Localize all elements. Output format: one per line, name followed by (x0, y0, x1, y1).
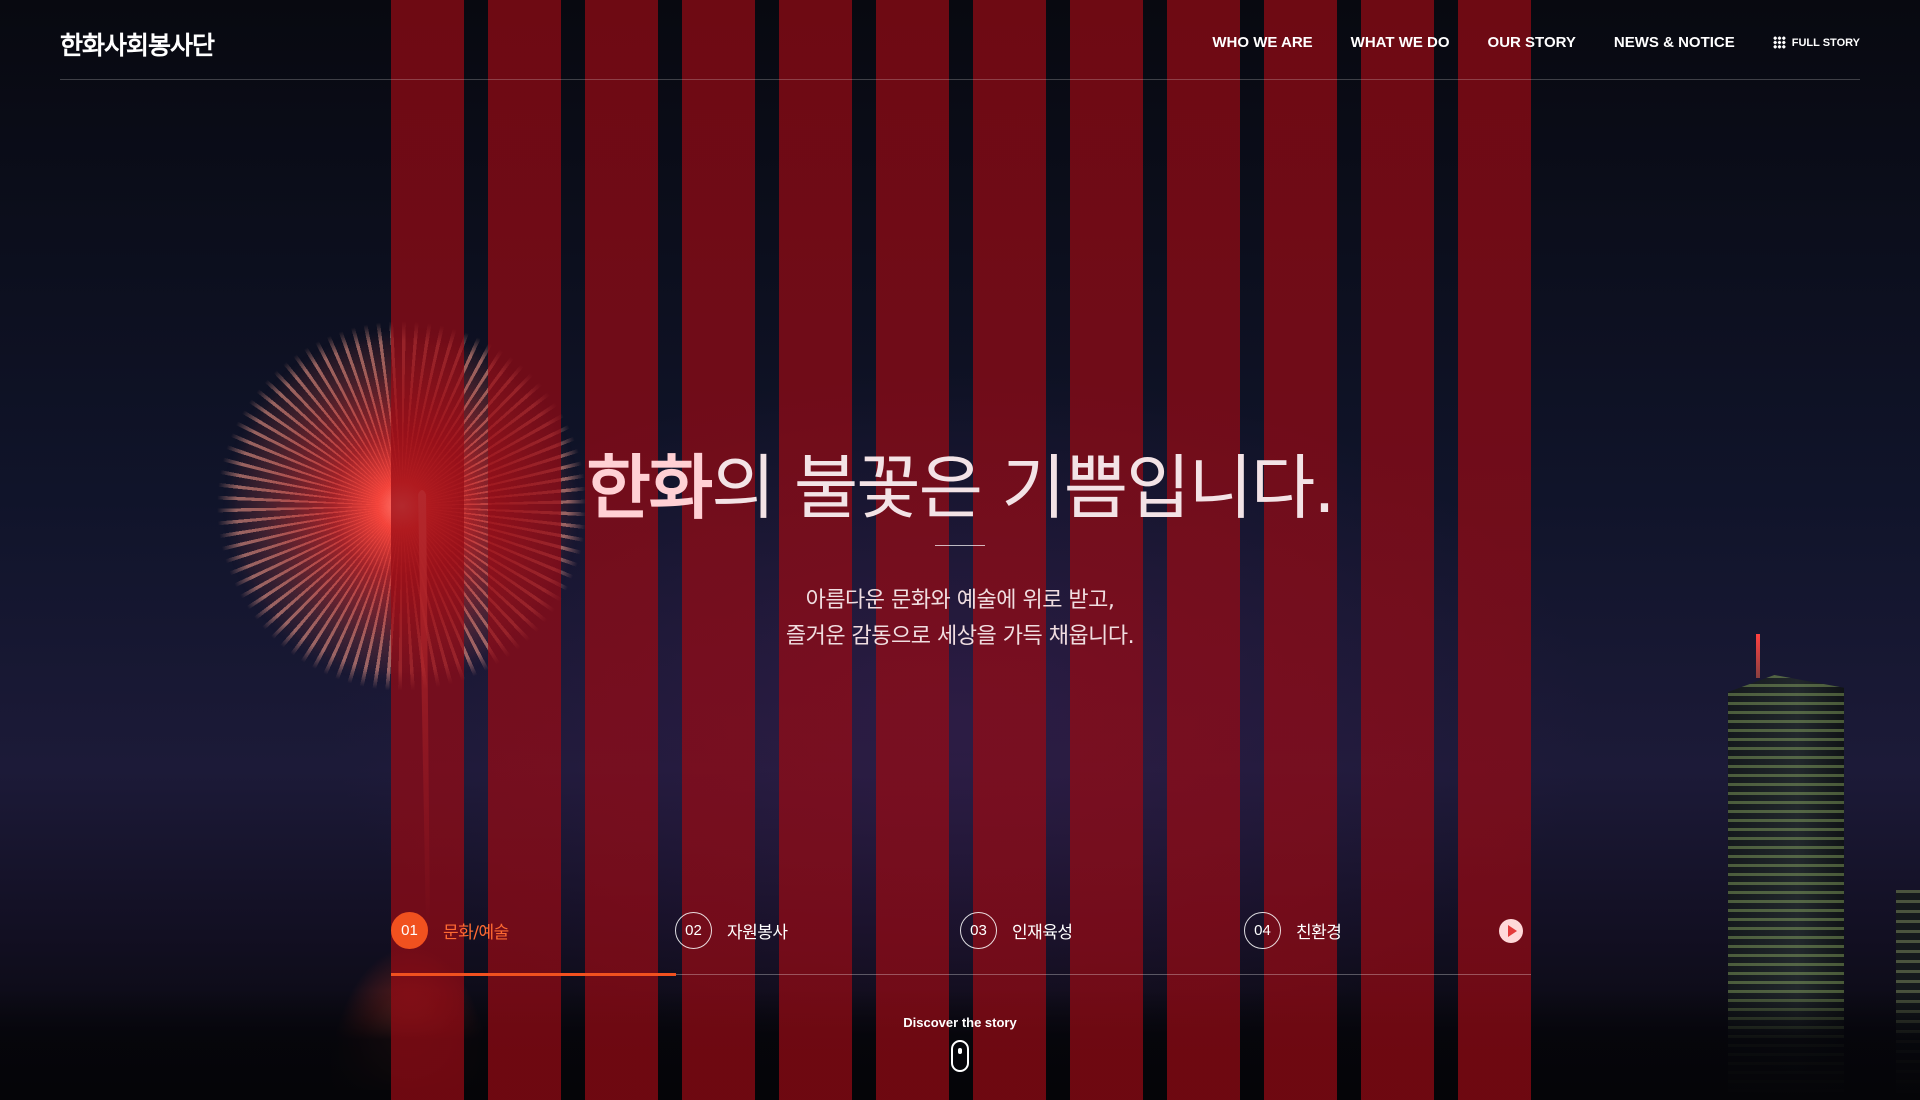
play-icon[interactable] (1499, 919, 1523, 943)
hero-subtitle-line-1: 아름다운 문화와 예술에 위로 받고, (805, 588, 1115, 613)
full-story-button[interactable]: FULL STORY (1772, 36, 1860, 49)
tab-label: 문화/예술 (443, 923, 509, 943)
tab-label: 인재육성 (1012, 923, 1073, 943)
nav-what-we-do[interactable]: WHAT WE DO (1351, 34, 1450, 51)
full-story-label: FULL STORY (1791, 36, 1860, 49)
hero-subtitle: 아름다운 문화와 예술에 위로 받고, 즐거운 감동으로 세상을 가득 채웁니다… (0, 583, 1920, 655)
tab-number: 03 (960, 912, 997, 949)
hero-title: 한화의 불꽃은 기쁨입니다. (0, 432, 1920, 533)
hero-title-rest: 의 불꽃은 기쁨입니다. (711, 447, 1335, 529)
tab-culture-arts[interactable]: 01 문화/예술 (391, 912, 509, 949)
grid-icon (1772, 36, 1786, 49)
mouse-scroll-icon[interactable] (951, 1040, 969, 1072)
tab-label: 자원봉사 (727, 923, 788, 943)
hero-stage: 한화사회봉사단 WHO WE ARE WHAT WE DO OUR STORY … (0, 0, 1920, 1100)
discover-label[interactable]: Discover the story (0, 1015, 1920, 1030)
tab-number: 01 (391, 912, 428, 949)
tab-number: 02 (675, 912, 712, 949)
tab-number: 04 (1244, 912, 1281, 949)
site-logo[interactable]: 한화사회봉사단 (60, 26, 215, 62)
tab-eco[interactable]: 04 친환경 (1244, 912, 1342, 949)
site-header: 한화사회봉사단 WHO WE ARE WHAT WE DO OUR STORY … (60, 0, 1860, 80)
tabs-progress-bar (391, 973, 676, 976)
tab-label: 친환경 (1296, 923, 1342, 943)
main-nav: WHO WE ARE WHAT WE DO OUR STORY NEWS & N… (1174, 34, 1860, 51)
hero-subtitle-line-2: 즐거운 감동으로 세상을 가득 채웁니다. (785, 624, 1135, 649)
nav-who-we-are[interactable]: WHO WE ARE (1212, 34, 1312, 51)
nav-news-notice[interactable]: NEWS & NOTICE (1614, 34, 1735, 51)
hero-divider (935, 545, 985, 546)
nav-our-story[interactable]: OUR STORY (1488, 34, 1576, 51)
tab-talent[interactable]: 03 인재육성 (960, 912, 1073, 949)
category-tabs: 01 문화/예술 02 자원봉사 03 인재육성 04 친환경 (391, 912, 1531, 976)
hero-title-accent: 한화 (586, 447, 713, 529)
tab-volunteer[interactable]: 02 자원봉사 (675, 912, 788, 949)
